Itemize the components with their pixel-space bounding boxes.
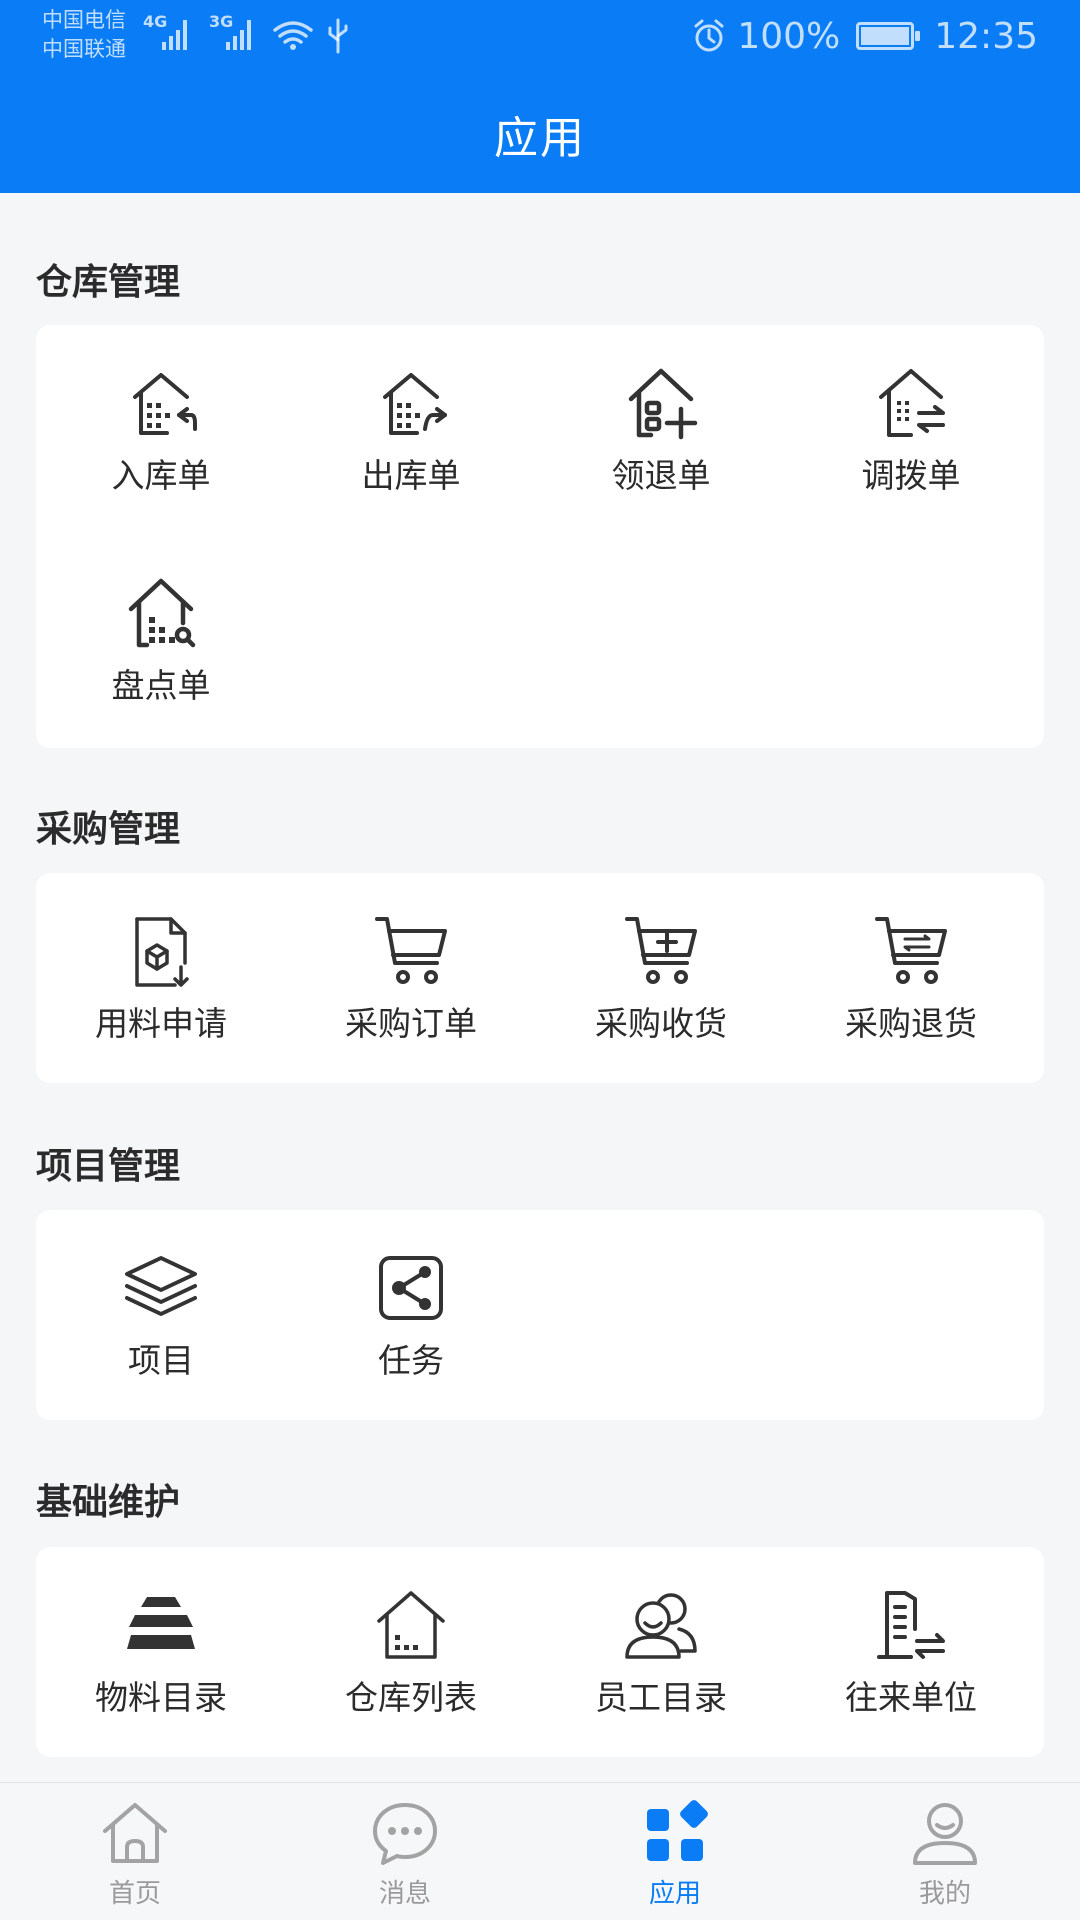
app-inbound-order[interactable]: 入库单 (36, 363, 286, 497)
card-warehouse: 入库单 出库单 领退单 调拨单 盘点单 (36, 325, 1044, 748)
tab-apps[interactable]: 应用 (540, 1797, 810, 1910)
warehouse-inbound-icon (133, 373, 197, 435)
app-label: 出库单 (361, 456, 461, 495)
share-box-icon (379, 1256, 443, 1320)
apps-icon (647, 1800, 708, 1861)
app-business-partners[interactable]: 往来单位 (786, 1585, 1036, 1719)
app-label: 任务 (378, 1341, 444, 1380)
app-employee-directory[interactable]: 员工目录 (536, 1585, 786, 1719)
tab-label: 应用 (648, 1879, 701, 1909)
cart-add-icon (625, 917, 697, 984)
tab-home[interactable]: 首页 (0, 1797, 270, 1910)
section-title-purchase: 采购管理 (36, 809, 181, 850)
app-label: 仓库列表 (345, 1678, 477, 1717)
app-label: 员工目录 (595, 1678, 727, 1717)
app-label: 盘点单 (111, 666, 211, 705)
cart-icon (375, 917, 447, 984)
tab-label: 首页 (108, 1879, 161, 1909)
status-bar: 中国电信 中国联通 4G 3G 100% 12:35 (0, 0, 1080, 75)
app-label: 往来单位 (845, 1678, 977, 1717)
section-title-warehouse: 仓库管理 (36, 262, 181, 303)
home-icon (103, 1803, 167, 1863)
app-material-request[interactable]: 用料申请 (36, 911, 286, 1045)
warehouse-outbound-icon (383, 373, 447, 435)
app-label: 采购退货 (845, 1004, 977, 1043)
app-task[interactable]: 任务 (286, 1248, 536, 1382)
warehouse-return-icon (628, 368, 698, 440)
app-label: 入库单 (111, 456, 211, 495)
card-project: 项目 任务 (36, 1210, 1044, 1420)
material-request-icon (135, 917, 189, 987)
app-purchase-return[interactable]: 采购退货 (786, 911, 1036, 1045)
alarm-icon (694, 19, 724, 52)
bottom-tab-bar: 首页 消息 应用 我的 (0, 1782, 1080, 1920)
tab-label: 消息 (378, 1879, 431, 1909)
app-label: 项目 (128, 1341, 194, 1380)
app-warehouse-list[interactable]: 仓库列表 (286, 1585, 536, 1719)
carrier-1: 中国电信 (42, 8, 126, 32)
carrier-info: 中国电信 中国联通 (42, 6, 126, 64)
battery-icon (856, 22, 921, 50)
layers-icon (125, 1256, 197, 1316)
app-label: 物料目录 (95, 1678, 227, 1717)
status-right: 100% 12:35 (691, 14, 1038, 58)
app-inventory-order[interactable]: 盘点单 (36, 573, 286, 707)
tab-profile[interactable]: 我的 (810, 1797, 1080, 1910)
card-basic: 物料目录 仓库列表 员工目录 往来单位 (36, 1547, 1044, 1757)
building-exchange-icon (877, 1591, 945, 1659)
app-transfer-order[interactable]: 调拨单 (786, 363, 1036, 497)
tab-messages[interactable]: 消息 (270, 1797, 540, 1910)
cart-return-icon (875, 917, 947, 984)
user-icon (913, 1803, 977, 1865)
people-icon (625, 1593, 697, 1659)
app-label: 用料申请 (95, 1004, 227, 1043)
app-label: 采购订单 (345, 1004, 477, 1043)
signal-icons (162, 18, 348, 54)
tab-label: 我的 (918, 1879, 971, 1909)
app-label: 采购收货 (595, 1004, 727, 1043)
page-title: 应用 (494, 113, 586, 164)
warehouse-inventory-icon (128, 578, 196, 648)
battery-percent: 100% (737, 15, 841, 57)
app-label: 调拨单 (861, 456, 961, 495)
app-outbound-order[interactable]: 出库单 (286, 363, 536, 497)
section-title-project: 项目管理 (36, 1146, 181, 1187)
card-purchase: 用料申请 采购订单 采购收货 采购退货 (36, 873, 1044, 1083)
app-return-order[interactable]: 领退单 (536, 363, 786, 497)
app-project[interactable]: 项目 (36, 1248, 286, 1382)
chat-icon (373, 1803, 437, 1865)
app-purchase-receipt[interactable]: 采购收货 (536, 911, 786, 1045)
app-label: 领退单 (611, 456, 711, 495)
app-bar: 应用 (0, 75, 1080, 193)
warehouse-list-icon (377, 1591, 445, 1659)
warehouse-transfer-icon (879, 369, 945, 437)
section-title-basic: 基础维护 (36, 1482, 181, 1523)
app-purchase-order[interactable]: 采购订单 (286, 911, 536, 1045)
stack-icon (127, 1597, 195, 1649)
clock: 12:35 (934, 15, 1038, 57)
carrier-2: 中国联通 (42, 37, 126, 61)
app-material-catalog[interactable]: 物料目录 (36, 1585, 286, 1719)
